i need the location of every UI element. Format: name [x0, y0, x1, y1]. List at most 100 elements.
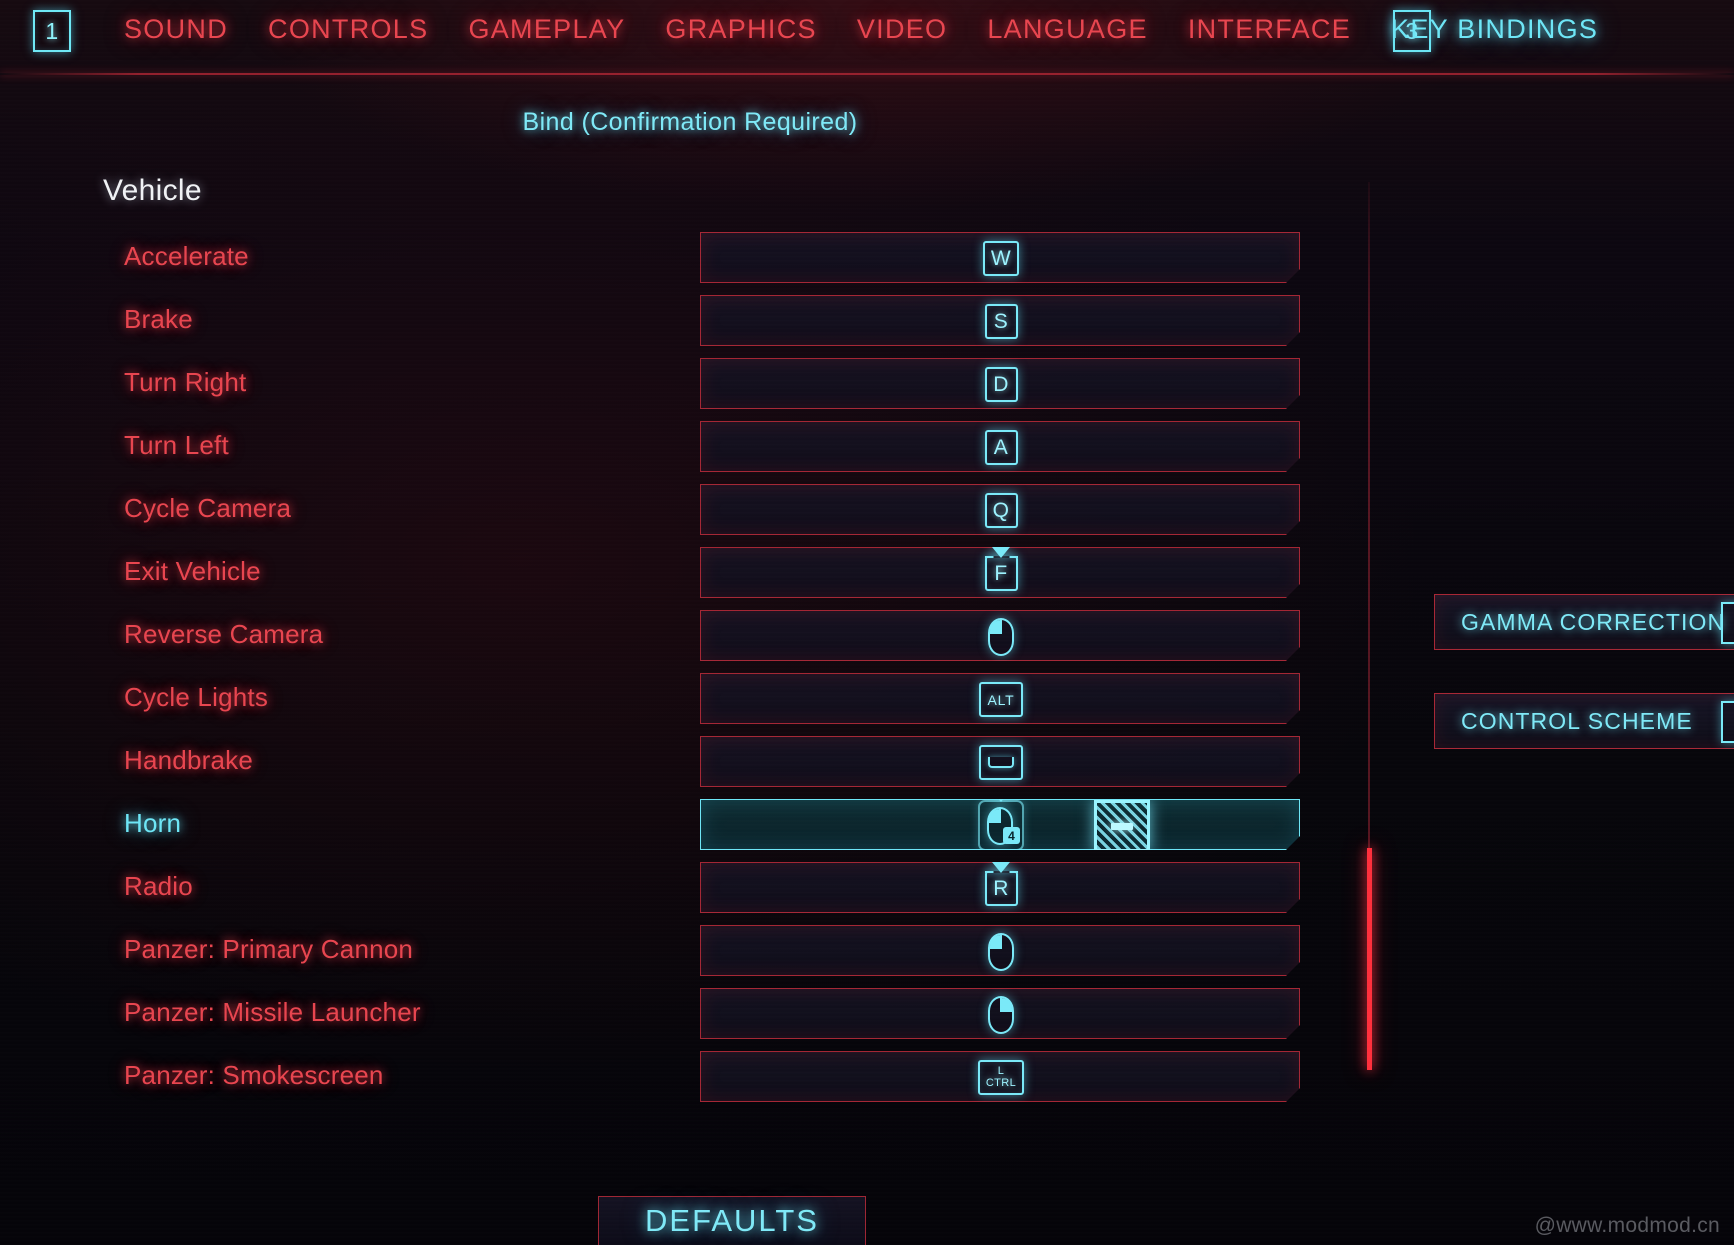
binding-row[interactable]: Turn Left A [0, 416, 1380, 479]
binding-row[interactable]: Accelerate W [0, 227, 1380, 290]
mouse-left-click-icon [988, 933, 1014, 971]
binding-value-box[interactable] [700, 925, 1300, 976]
binding-value-box[interactable] [700, 736, 1300, 787]
binding-value-box[interactable]: R [700, 862, 1300, 913]
binding-value-box[interactable] [700, 988, 1300, 1039]
binding-key-slot: A [701, 422, 1301, 473]
key-label: D [993, 373, 1009, 396]
tab-controls[interactable]: CONTROLS [268, 14, 428, 45]
bind-hint-text: Bind (Confirmation Required) [522, 108, 858, 136]
side-button-label: GAMMA CORRECTION [1461, 608, 1726, 635]
key-icon-f: F [985, 556, 1018, 591]
key-label: R [993, 877, 1009, 900]
key-icon-alt: ALT [979, 682, 1022, 717]
defaults-button[interactable]: DEFAULTS [598, 1196, 866, 1245]
binding-action-label: Horn [124, 808, 182, 838]
binding-key-slot [701, 737, 1301, 788]
mouse-button-frame: 4 [978, 800, 1024, 851]
binding-row[interactable]: Panzer: Primary Cannon [0, 920, 1380, 983]
binding-key-slot: L CTRL [701, 1052, 1301, 1103]
binding-action-label: Panzer: Primary Cannon [124, 934, 414, 964]
binding-value-box[interactable]: F [700, 547, 1300, 598]
minus-icon [1111, 823, 1133, 830]
binding-key-slot: W [701, 233, 1301, 284]
tab-language[interactable]: LANGUAGE [987, 14, 1147, 45]
mouse-left-click-icon [988, 618, 1014, 656]
key-label-line-1: L [997, 1064, 1005, 1077]
binding-row[interactable]: Brake S [0, 290, 1380, 353]
binding-action-label: Panzer: Smokescreen [124, 1060, 384, 1090]
binding-value-box[interactable]: A [700, 421, 1300, 472]
binding-row[interactable]: Panzer: Smokescreen L CTRL [0, 1046, 1380, 1109]
binding-value-box[interactable]: S [700, 295, 1300, 346]
nav-divider [0, 73, 1734, 75]
binding-action-label: Radio [124, 871, 193, 901]
key-bindings-list[interactable]: Accelerate W Brake S Turn Right D Turn Left A Cy… [0, 227, 1380, 1109]
mouse-right-button [1001, 998, 1012, 1012]
mouse-left-button [989, 809, 1000, 823]
binding-action-label: Exit Vehicle [124, 556, 261, 586]
clear-binding-button[interactable] [1094, 800, 1150, 852]
binding-key-slot: D [701, 359, 1301, 410]
tab-gameplay[interactable]: GAMEPLAY [468, 14, 625, 45]
mouse-right-click-icon [988, 996, 1014, 1034]
binding-row[interactable]: Cycle Camera Q [0, 479, 1380, 542]
binding-value-box[interactable]: 4 [700, 799, 1300, 850]
binding-row[interactable]: Turn Right D [0, 353, 1380, 416]
binding-row[interactable]: Exit Vehicle F [0, 542, 1380, 605]
binding-key-slot: Q [701, 485, 1301, 536]
spacebar-key-icon [979, 745, 1023, 780]
binding-row[interactable]: Panzer: Missile Launcher [0, 983, 1380, 1046]
mouse-button-4-icon: 4 [987, 807, 1013, 845]
binding-key-slot: R [701, 863, 1301, 914]
binding-key-slot [701, 989, 1301, 1040]
hold-indicator-icon [992, 862, 1010, 873]
mouse-left-button [990, 620, 1001, 634]
list-scroll-thumb[interactable] [1367, 848, 1372, 1070]
binding-key-slot: F [701, 548, 1301, 599]
side-button-gamma-correction[interactable]: GAMMA CORRECTION [1434, 594, 1734, 650]
binding-action-label: Turn Right [124, 367, 247, 397]
hold-indicator-icon [992, 547, 1010, 558]
binding-action-label: Brake [124, 304, 193, 334]
prev-page-badge[interactable]: 1 [33, 10, 71, 52]
settings-tab-list: SOUND CONTROLS GAMEPLAY GRAPHICS VIDEO L… [124, 14, 1598, 45]
watermark-text: @www.modmod.cn [1534, 1214, 1720, 1237]
binding-value-box[interactable]: D [700, 358, 1300, 409]
tab-graphics[interactable]: GRAPHICS [665, 14, 816, 45]
key-label-line-2: CTRL [985, 1076, 1017, 1089]
key-label: W [990, 247, 1012, 270]
key-label: ALT [987, 691, 1015, 708]
key-icon-a: A [985, 430, 1018, 465]
tab-sound[interactable]: SOUND [124, 14, 228, 45]
binding-value-box[interactable] [700, 610, 1300, 661]
binding-action-label: Panzer: Missile Launcher [124, 997, 421, 1027]
defaults-button-label: DEFAULTS [645, 1203, 819, 1238]
binding-action-label: Turn Left [124, 430, 229, 460]
binding-row[interactable]: Horn 4 [0, 794, 1380, 857]
side-button-label: CONTROL SCHEME [1461, 707, 1693, 734]
binding-row[interactable]: Radio R [0, 857, 1380, 920]
value-box-icon [1721, 701, 1734, 743]
spacebar-shape [988, 757, 1014, 768]
binding-value-box[interactable]: W [700, 232, 1300, 283]
tab-key-bindings[interactable]: KEY BINDINGS [1391, 14, 1598, 45]
tab-interface[interactable]: INTERFACE [1188, 14, 1351, 45]
binding-row[interactable]: Cycle Lights ALT [0, 668, 1380, 731]
key-icon-w: W [983, 241, 1019, 276]
key-label: A [993, 436, 1009, 459]
binding-value-box[interactable]: Q [700, 484, 1300, 535]
binding-value-box[interactable]: ALT [700, 673, 1300, 724]
binding-key-slot: 4 [701, 800, 1301, 851]
mouse-button-number-badge: 4 [1003, 827, 1020, 844]
binding-value-box[interactable]: L CTRL [700, 1051, 1300, 1102]
key-label: S [993, 310, 1009, 333]
key-label: F [994, 562, 1008, 585]
binding-row[interactable]: Handbrake [0, 731, 1380, 794]
section-title-vehicle: Vehicle [103, 174, 202, 207]
binding-action-label: Accelerate [124, 241, 249, 271]
binding-row[interactable]: Reverse Camera [0, 605, 1380, 668]
side-options-panel: GAMMA CORRECTION CONTROL SCHEME [1434, 594, 1734, 792]
side-button-control-scheme[interactable]: CONTROL SCHEME [1434, 693, 1734, 749]
tab-video[interactable]: VIDEO [857, 14, 948, 45]
